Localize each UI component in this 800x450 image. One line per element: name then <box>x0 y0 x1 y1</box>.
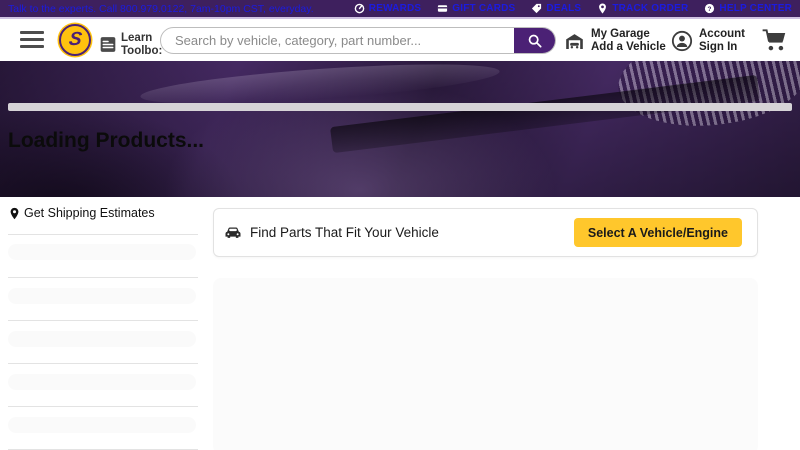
products-loading-skeleton <box>213 278 758 450</box>
my-garage-label: My Garage Add a Vehicle <box>591 28 666 54</box>
location-pin-icon <box>8 207 21 220</box>
phone-support-link[interactable]: Talk to the experts. Call 800.979.0122, … <box>8 3 314 15</box>
location-pin-icon <box>597 3 608 14</box>
gift-card-icon <box>437 3 448 14</box>
account-icon <box>671 30 693 52</box>
sidebar-divider <box>8 320 198 321</box>
utility-nav: REWARDS GIFT CARDS DEALS <box>354 3 792 14</box>
page: Talk to the experts. Call 800.979.0122, … <box>0 0 800 450</box>
learn-toolbox-label: Learn Toolbo: <box>121 32 162 57</box>
question-circle-icon: ? <box>704 3 715 14</box>
svg-text:?: ? <box>708 6 712 13</box>
rewards-gauge-icon <box>354 3 365 14</box>
sidebar-divider <box>8 234 198 235</box>
garage-icon <box>564 31 585 52</box>
sidebar-divider <box>8 363 198 364</box>
brand-logo-letter: S <box>67 29 83 51</box>
search-icon <box>527 33 543 49</box>
search-button[interactable] <box>514 28 555 53</box>
rewards-link[interactable]: REWARDS <box>354 3 422 14</box>
hero-banner: Loading Products... <box>0 61 800 197</box>
track-order-link[interactable]: TRACK ORDER <box>597 3 688 14</box>
toolbox-list-icon <box>100 36 116 53</box>
account-label: Account Sign In <box>699 28 745 54</box>
search-bar <box>160 27 556 54</box>
select-vehicle-engine-button[interactable]: Select A Vehicle/Engine <box>574 218 742 247</box>
learn-toolbox-link[interactable]: Learn Toolbo: <box>100 32 162 57</box>
sidebar-skeleton-item <box>8 417 196 433</box>
menu-button[interactable] <box>20 31 44 48</box>
main-header: S Learn Toolbo: <box>0 19 800 61</box>
top-utility-bar: Talk to the experts. Call 800.979.0122, … <box>0 0 800 17</box>
sidebar-skeleton-item <box>8 374 196 390</box>
cart-icon[interactable] <box>761 27 789 53</box>
my-garage-link[interactable]: My Garage Add a Vehicle <box>564 28 666 54</box>
brand-logo[interactable]: S <box>59 24 91 56</box>
get-shipping-estimates-label: Get Shipping Estimates <box>24 206 155 220</box>
sidebar-divider <box>8 277 198 278</box>
loading-products-text: Loading Products... <box>8 129 204 153</box>
help-center-link[interactable]: ? HELP CENTER <box>704 3 792 14</box>
search-input[interactable] <box>161 28 514 53</box>
car-icon <box>224 225 242 240</box>
sidebar-skeleton-item <box>8 331 196 347</box>
vehicle-fit-panel: Find Parts That Fit Your Vehicle Select … <box>213 208 758 257</box>
account-link[interactable]: Account Sign In <box>671 28 745 54</box>
sidebar-skeleton-item <box>8 288 196 304</box>
deals-link[interactable]: DEALS <box>531 3 581 14</box>
get-shipping-estimates-link[interactable]: Get Shipping Estimates <box>8 206 155 220</box>
tag-icon <box>531 3 542 14</box>
vehicle-fit-label: Find Parts That Fit Your Vehicle <box>250 225 439 240</box>
gift-cards-link[interactable]: GIFT CARDS <box>437 3 515 14</box>
sidebar-skeleton-item <box>8 244 196 260</box>
sidebar-divider <box>8 406 198 407</box>
breadcrumb-placeholder <box>8 103 792 111</box>
